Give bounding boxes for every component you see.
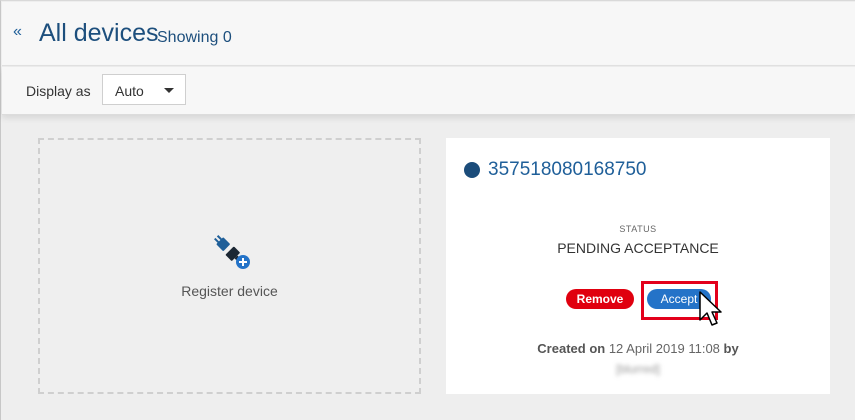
app-frame: « All devices Showing 0 Display as Auto … (0, 0, 855, 420)
display-as-label: Display as (26, 83, 91, 99)
page-header: « All devices Showing 0 (2, 2, 855, 66)
created-by-user: [blurred] (615, 362, 661, 376)
display-toolbar: Display as Auto (2, 67, 855, 115)
mouse-cursor-icon (699, 291, 722, 326)
collapse-back-icon[interactable]: « (13, 22, 22, 42)
device-id-link[interactable]: 357518080168750 (488, 159, 647, 181)
register-device-card[interactable]: Register device (38, 138, 421, 394)
created-prefix: Created on (537, 341, 606, 356)
created-by-word: by (723, 341, 739, 356)
status-dot (464, 162, 480, 178)
display-as-value: Auto (115, 83, 144, 99)
status-label: STATUS (619, 224, 657, 234)
device-card: 357518080168750 STATUS PENDING ACCEPTANC… (446, 138, 830, 394)
chevron-down-icon (164, 88, 174, 93)
remove-button[interactable]: Remove (566, 289, 634, 309)
status-value: PENDING ACCEPTANCE (557, 240, 719, 256)
created-info: Created on 12 April 2019 11:08 by (446, 341, 830, 356)
display-as-select[interactable]: Auto (102, 74, 186, 105)
created-date: 12 April 2019 11:08 (608, 341, 720, 356)
page-title: All devices (39, 19, 159, 47)
register-device-label: Register device (181, 283, 278, 299)
device-count: Showing 0 (157, 29, 232, 46)
plug-plus-icon (214, 235, 250, 269)
